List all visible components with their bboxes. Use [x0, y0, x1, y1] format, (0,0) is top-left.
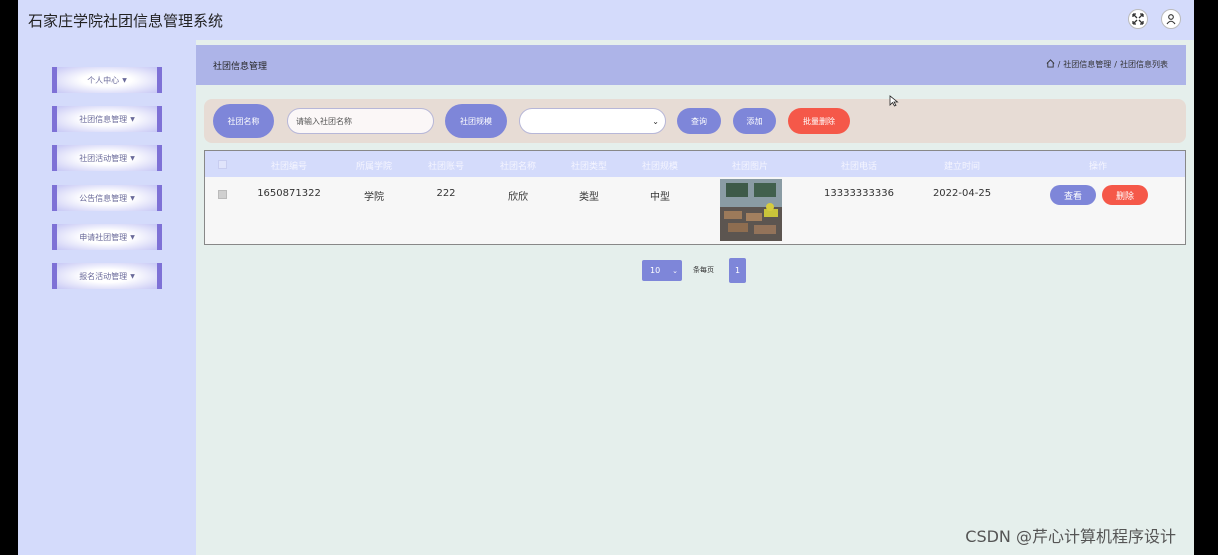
page-header: 社团信息管理 / 社团信息管理 / 社团信息列表 [196, 45, 1186, 85]
watermark: CSDN @芹心计算机程序设计 [965, 527, 1176, 546]
app-window: 石家庄学院社团信息管理系统 个人中心 ▼ 社团信息管理 ▼ 社团活动管理 ▼ 公告信息… [18, 0, 1194, 555]
caret-down-icon: ▼ [130, 115, 135, 123]
sidebar-item-label: 个人中心 [87, 75, 120, 85]
page-number-button[interactable]: 1 [729, 258, 746, 283]
club-scale-label: 社团规模 [445, 104, 507, 138]
column-header[interactable]: 所属学院 [356, 159, 392, 172]
cell-club-scale: 中型 [650, 192, 670, 203]
caret-down-icon: ▼ [130, 233, 135, 241]
home-icon[interactable] [1046, 59, 1055, 70]
breadcrumb-item: 社团信息列表 [1120, 60, 1168, 69]
column-header[interactable]: 社团名称 [500, 159, 536, 172]
page-size-select[interactable]: 10 ⌄ [642, 260, 682, 281]
caret-down-icon: ▼ [122, 76, 127, 84]
caret-down-icon: ▼ [130, 194, 135, 202]
fullscreen-icon[interactable] [1128, 9, 1148, 29]
select-all-checkbox[interactable] [218, 160, 227, 169]
search-bar: 社团名称 社团规模 ⌄ 查询 添加 批量删除 [204, 99, 1186, 143]
batch-delete-button[interactable]: 批量删除 [788, 108, 850, 134]
sidebar-item-club-activity[interactable]: 社团活动管理 ▼ [52, 145, 162, 171]
club-name-input[interactable] [287, 108, 434, 134]
row-checkbox[interactable] [218, 190, 227, 199]
sidebar-item-label: 社团信息管理 [79, 114, 128, 124]
breadcrumb: / 社团信息管理 / 社团信息列表 [1046, 59, 1168, 70]
cell-phone: 13333333336 [824, 188, 894, 199]
column-header[interactable]: 建立时间 [944, 159, 980, 172]
main-content: 社团信息管理 / 社团信息管理 / 社团信息列表 社团名称 社团规模 ⌄ 查询 … [196, 40, 1194, 555]
chevron-down-icon: ⌄ [652, 117, 659, 126]
cell-college: 学院 [364, 192, 384, 203]
column-header[interactable]: 社团编号 [271, 159, 307, 172]
sidebar-item-activity-signup[interactable]: 报名活动管理 ▼ [52, 263, 162, 289]
sidebar-item-personal-center[interactable]: 个人中心 ▼ [52, 67, 162, 93]
top-bar: 石家庄学院社团信息管理系统 [18, 0, 1194, 40]
column-header: 操作 [1088, 162, 1108, 172]
pagination: 10 ⌄ 条每页 1 [196, 258, 1194, 284]
breadcrumb-separator: / [1057, 60, 1061, 69]
club-name-label: 社团名称 [213, 104, 274, 138]
club-table: 社团编号 所属学院 社团账号 社团名称 社团类型 社团规模 社团图片 社团电话 … [204, 150, 1186, 245]
breadcrumb-item[interactable]: 社团信息管理 [1063, 59, 1111, 70]
cell-club-id: 1650871322 [257, 188, 321, 199]
cell-established-date: 2022-04-25 [932, 188, 992, 199]
add-button[interactable]: 添加 [733, 108, 776, 134]
cell-account: 222 [436, 188, 456, 199]
column-header: 社团图片 [731, 162, 769, 172]
per-page-label: 条每页 [693, 266, 714, 274]
column-header[interactable]: 社团账号 [428, 159, 464, 172]
sidebar-item-label: 报名活动管理 [79, 271, 128, 281]
page-size-value: 10 [650, 266, 661, 275]
caret-down-icon: ▼ [130, 272, 135, 280]
sidebar-item-label: 社团活动管理 [79, 153, 128, 163]
column-header[interactable]: 社团电话 [841, 159, 877, 172]
club-scale-select[interactable]: ⌄ [519, 108, 666, 134]
breadcrumb-separator: / [1114, 60, 1117, 69]
sidebar-item-label: 申请社团管理 [79, 232, 128, 242]
column-header[interactable]: 社团规模 [642, 159, 678, 172]
mouse-cursor-icon [889, 95, 899, 107]
chevron-down-icon: ⌄ [672, 266, 678, 275]
sidebar-item-announcement[interactable]: 公告信息管理 ▼ [52, 185, 162, 211]
user-icon[interactable] [1161, 9, 1181, 29]
column-header[interactable]: 社团类型 [571, 159, 607, 172]
sidebar: 个人中心 ▼ 社团信息管理 ▼ 社团活动管理 ▼ 公告信息管理 ▼ 申请社团管理 ▼ 报名… [18, 40, 196, 555]
sidebar-item-label: 公告信息管理 [79, 193, 128, 203]
sidebar-item-club-info[interactable]: 社团信息管理 ▼ [52, 106, 162, 132]
sidebar-item-club-application[interactable]: 申请社团管理 ▼ [52, 224, 162, 250]
app-title: 石家庄学院社团信息管理系统 [28, 12, 224, 30]
table-header: 社团编号 所属学院 社团账号 社团名称 社团类型 社团规模 社团图片 社团电话 … [205, 151, 1185, 177]
cell-club-name: 欣欣 [508, 192, 528, 203]
club-photo[interactable] [720, 179, 782, 241]
query-button[interactable]: 查询 [677, 108, 721, 134]
page-title: 社团信息管理 [213, 62, 268, 72]
delete-button[interactable]: 删除 [1102, 185, 1148, 205]
cell-club-type: 类型 [579, 192, 599, 203]
caret-down-icon: ▼ [130, 154, 135, 162]
view-button[interactable]: 查看 [1050, 185, 1096, 205]
table-row: 1650871322 学院 222 欣欣 类型 中型 13333333336 2… [205, 177, 1185, 244]
